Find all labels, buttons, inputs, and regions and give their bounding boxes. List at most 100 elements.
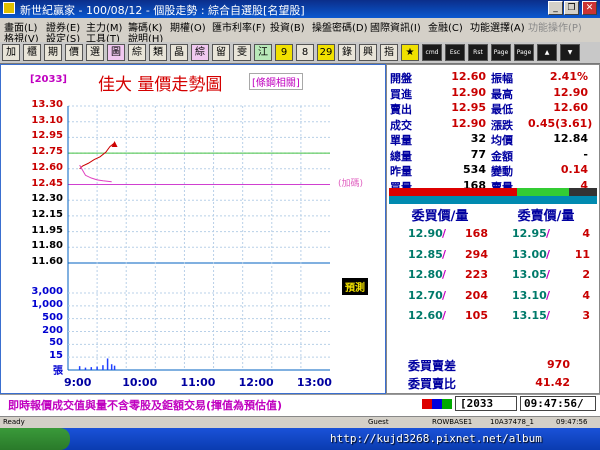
stock-code-input[interactable]: [2033 — [455, 396, 517, 411]
bid-ask-strength-bar — [389, 188, 597, 204]
volume-tick-label: 50 — [49, 337, 63, 349]
bid-ask-diff-value: 970 — [547, 358, 570, 371]
markup-note: (加碼) — [338, 179, 364, 189]
separator: / — [442, 288, 447, 302]
quote-value: - — [583, 147, 588, 161]
volume-bar — [96, 366, 98, 370]
price-tick-label: 12.75 — [31, 146, 63, 158]
volume-tick-label: 3,000 — [31, 286, 63, 297]
ask-volume: 11 — [574, 247, 590, 261]
separator: / — [546, 247, 551, 261]
quote-value: 0.14 — [560, 163, 588, 176]
server-status: ROWBASE1 — [432, 418, 473, 426]
bid-price: 12.60 — [408, 309, 443, 322]
forecast-button[interactable]: 預測 — [342, 278, 368, 295]
quote-value: 2.41% — [549, 70, 588, 83]
bid-volume: 204 — [465, 288, 488, 302]
quote-label: 漲跌 — [491, 118, 513, 132]
volume-bar — [110, 364, 113, 370]
volume-bar — [84, 367, 87, 370]
quote-label: 單量 — [390, 134, 412, 147]
price-tick-label: 13.30 — [31, 99, 63, 110]
separator: / — [546, 268, 551, 281]
system-status-bar: Ready Guest ROWBASE1 10A37478_1 09:47:56 — [0, 416, 600, 428]
volume-unit-label: 張 — [53, 366, 63, 377]
price-tick-label: 13.10 — [31, 114, 63, 126]
quote-value: 12.60 — [553, 101, 588, 114]
ask-header: 委賣價/量 — [517, 209, 575, 224]
quote-label: 最低 — [491, 103, 513, 116]
ask-volume: 4 — [582, 227, 590, 240]
bid-price: 12.85 — [408, 247, 443, 261]
ask-volume: 3 — [582, 309, 590, 322]
price-tick-label: 11.95 — [31, 224, 63, 236]
quote-label: 買進 — [390, 87, 412, 101]
bid-price: 12.80 — [408, 268, 443, 281]
separator: / — [442, 247, 447, 261]
trade-price-arrow — [111, 140, 118, 147]
quote-label: 振幅 — [491, 72, 513, 85]
bar-segment-black — [569, 188, 597, 196]
time-tick-label: 11:00 — [180, 376, 216, 389]
ask-price: 13.05 — [512, 268, 547, 281]
quote-label: 總量 — [390, 149, 412, 163]
ask-volume: 4 — [582, 288, 590, 302]
ready-status: Ready — [3, 418, 25, 426]
price-tick-label: 12.45 — [31, 177, 63, 189]
price-tick-label: 12.95 — [31, 130, 63, 142]
quote-value: 12.60 — [451, 70, 486, 83]
bar-segment-blue — [389, 196, 597, 204]
bid-price: 12.90 — [408, 227, 443, 240]
volume-tick-label: 200 — [42, 324, 63, 336]
quote-label: 賣出 — [390, 103, 412, 116]
quote-value: 12.95 — [451, 101, 486, 114]
price-tick-label: 11.60 — [31, 256, 63, 267]
separator: / — [442, 227, 447, 240]
quote-value: 12.84 — [553, 132, 588, 145]
watermark-url: http://kujd3268.pixnet.net/album — [330, 432, 542, 445]
time-tick-label: 10:00 — [122, 376, 158, 389]
bid-ask-ratio-value: 41.42 — [535, 376, 570, 389]
quote-label: 金額 — [491, 149, 513, 163]
volume-bar — [106, 358, 109, 370]
disclaimer-text: 即時報價成交值與量不含零股及鉅額交易(揮值為預估值) — [8, 399, 283, 412]
quote-value: 12.90 — [451, 85, 486, 99]
quote-value: 12.90 — [553, 85, 588, 99]
volume-tick-label: 1,000 — [31, 298, 63, 310]
clock-display: 09:47:56/ — [520, 396, 596, 411]
build-status: 10A37478_1 — [490, 418, 534, 426]
ask-volume: 2 — [582, 268, 590, 281]
bid-header: 委買價/量 — [411, 209, 469, 224]
separator: / — [546, 309, 551, 322]
separator: / — [546, 288, 551, 302]
bar-segment-green — [517, 188, 569, 196]
bid-volume: 223 — [465, 268, 488, 281]
start-button[interactable] — [0, 428, 70, 450]
volume-bar — [78, 366, 81, 370]
price-tick-label: 12.60 — [31, 161, 63, 173]
volume-bar — [90, 367, 93, 370]
connection-indicator — [422, 399, 452, 409]
separator: / — [442, 309, 447, 322]
volume-bar — [113, 365, 116, 370]
quote-label: 開盤 — [390, 72, 412, 85]
separator: / — [546, 227, 551, 240]
quote-label: 最高 — [491, 87, 513, 101]
volume-bar — [102, 365, 104, 370]
bid-price: 12.70 — [408, 288, 443, 302]
quote-label: 變動 — [491, 165, 513, 178]
ask-price: 13.15 — [512, 309, 547, 322]
average-price-line — [79, 164, 112, 183]
bid-ask-diff-label: 委買賣差 — [408, 359, 457, 373]
ask-price: 12.95 — [512, 227, 547, 240]
user-status: Guest — [368, 418, 389, 426]
time-tick-label: 13:00 — [296, 376, 332, 389]
quote-value: 32 — [470, 132, 486, 145]
quote-label: 均價 — [491, 134, 513, 147]
volume-tick-label: 500 — [42, 311, 63, 323]
bid-volume: 294 — [465, 247, 488, 261]
system-clock: 09:47:56 — [556, 418, 588, 426]
bid-ask-ratio-label: 委買賣比 — [408, 377, 457, 391]
bid-volume: 168 — [465, 227, 488, 240]
bar-segment-red — [389, 188, 517, 196]
